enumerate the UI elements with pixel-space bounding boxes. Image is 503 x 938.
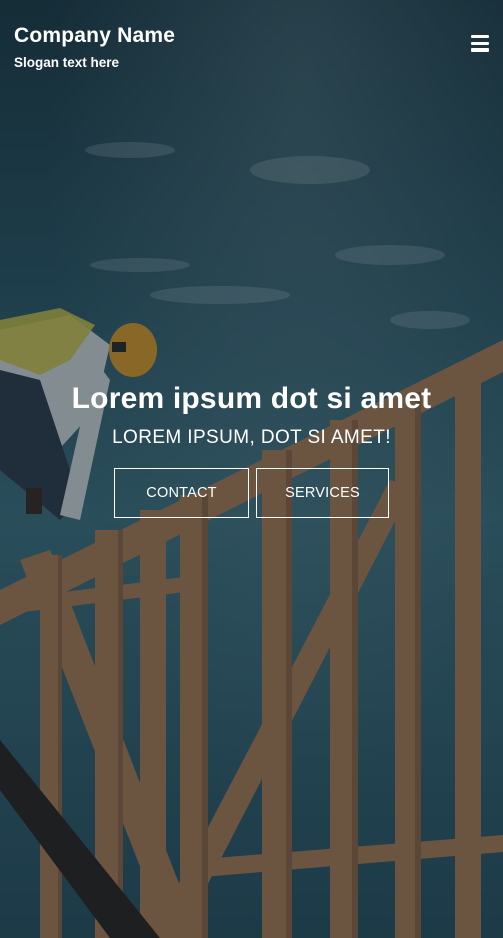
services-button[interactable]: SERVICES xyxy=(256,468,389,518)
hero-subtitle: LOREM IPSUM, DOT SI AMET! xyxy=(112,427,391,448)
menu-bar xyxy=(471,48,489,52)
hero-title: Lorem ipsum dot si amet xyxy=(71,382,432,415)
page: Company Name Slogan text here Lorem ipsu… xyxy=(0,0,503,938)
hero-section: Lorem ipsum dot si amet LOREM IPSUM, DOT… xyxy=(0,378,503,518)
menu-bar xyxy=(471,35,489,39)
company-slogan: Slogan text here xyxy=(14,55,120,70)
menu-bar xyxy=(471,41,489,46)
site-header: Company Name Slogan text here xyxy=(14,22,489,72)
company-name[interactable]: Company Name xyxy=(14,22,489,50)
contact-button[interactable]: CONTACT xyxy=(114,468,249,518)
hamburger-menu-icon[interactable] xyxy=(471,35,489,52)
hero-actions: CONTACT SERVICES xyxy=(0,468,503,518)
